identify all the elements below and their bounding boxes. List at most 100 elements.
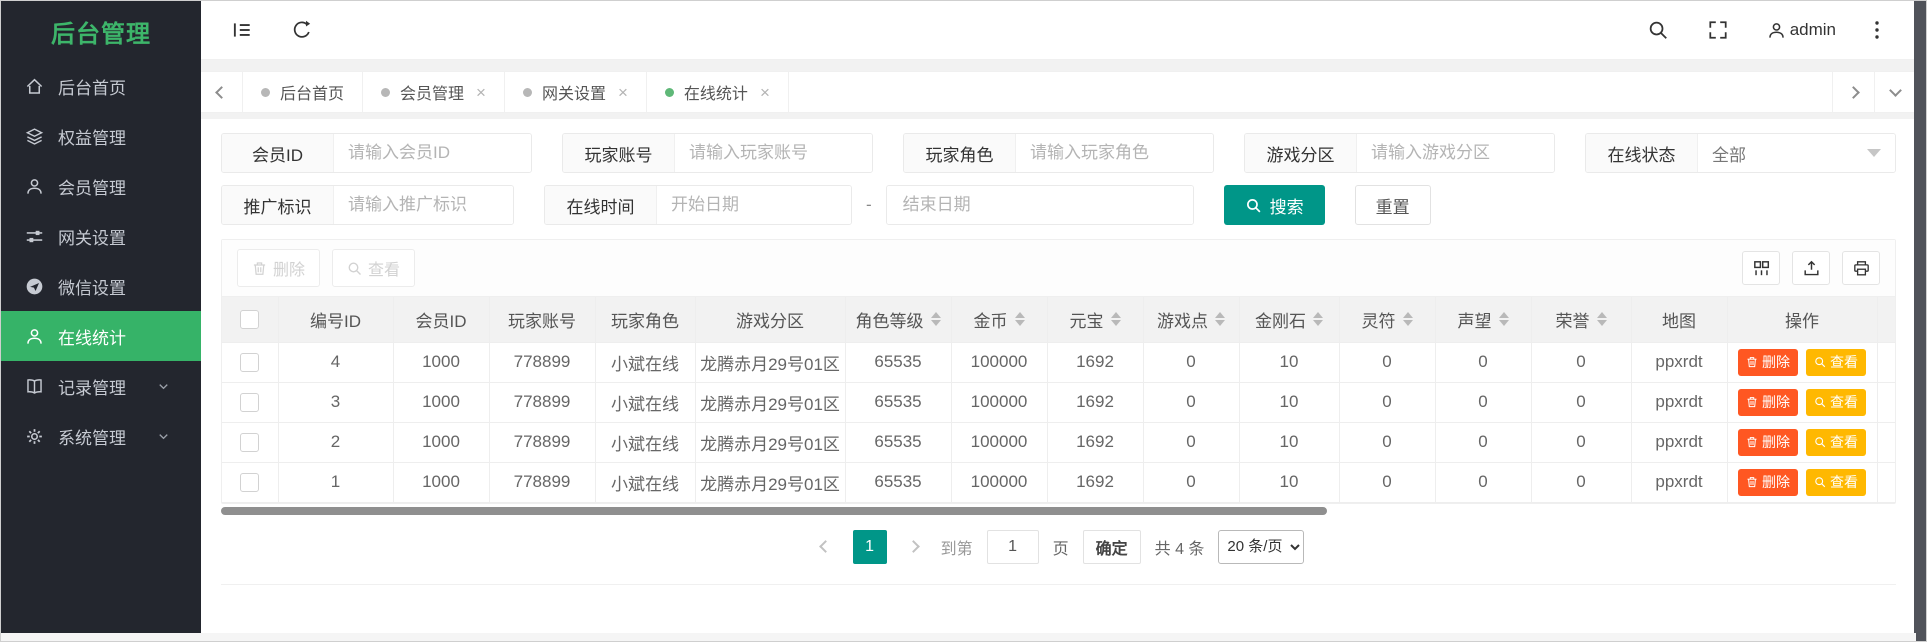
- filter-player-account: 玩家账号: [562, 133, 873, 173]
- row-delete-button[interactable]: 删除: [1738, 468, 1798, 496]
- pagination-confirm-button[interactable]: 确定: [1082, 529, 1141, 564]
- row-checkbox[interactable]: [240, 393, 260, 412]
- batch-delete-button[interactable]: 删除: [237, 249, 321, 287]
- cell-id: 3: [278, 382, 394, 423]
- chevron-left-icon: [819, 540, 832, 553]
- tab-home[interactable]: 后台首页: [243, 72, 364, 112]
- sort-icon[interactable]: [1110, 312, 1121, 327]
- refresh-icon[interactable]: [291, 19, 313, 41]
- search-button[interactable]: 搜索: [1223, 185, 1325, 225]
- promo-id-input[interactable]: [334, 186, 513, 224]
- sidebar-item-wechat[interactable]: 微信设置: [1, 261, 201, 311]
- row-view-button[interactable]: 查看: [1806, 428, 1866, 456]
- cell-actions: 删除 查看: [1727, 462, 1878, 503]
- row-view-button[interactable]: 查看: [1806, 468, 1866, 496]
- collapse-menu-icon[interactable]: [231, 19, 253, 41]
- export-button[interactable]: [1792, 251, 1830, 285]
- select-all-checkbox[interactable]: [240, 310, 260, 330]
- page-size-select[interactable]: 20 条/页: [1218, 529, 1305, 564]
- user-menu[interactable]: admin: [1767, 20, 1836, 40]
- sort-icon[interactable]: [1402, 312, 1413, 327]
- pagination-goto-input[interactable]: [986, 529, 1039, 564]
- sort-icon[interactable]: [1014, 312, 1025, 327]
- sort-icon[interactable]: [1498, 312, 1509, 327]
- tabs-menu-button[interactable]: [1874, 72, 1916, 112]
- search-icon[interactable]: [1647, 19, 1669, 41]
- columns-filter-button[interactable]: [1742, 251, 1780, 285]
- tab-gateway[interactable]: 网关设置 ×: [505, 72, 647, 112]
- sort-icon[interactable]: [1313, 312, 1323, 327]
- row-delete-button[interactable]: 删除: [1738, 388, 1798, 416]
- column-header-points[interactable]: 游戏点: [1143, 297, 1240, 343]
- row-checkbox[interactable]: [240, 353, 260, 372]
- pagination-next-button[interactable]: [901, 534, 927, 560]
- sidebar-item-rights[interactable]: 权益管理: [1, 111, 201, 161]
- sidebar-item-members[interactable]: 会员管理: [1, 161, 201, 211]
- row-view-label: 查看: [1830, 434, 1858, 450]
- row-checkbox[interactable]: [240, 433, 260, 452]
- app-window: 后台管理 后台首页 权益管理 会员管理 网关设置 微信设置 在线统计 记录管理 系统管理: [1, 1, 1916, 641]
- cell-level: 65535: [845, 462, 952, 503]
- tabs-scroll-right-button[interactable]: [1832, 72, 1874, 112]
- row-checkbox[interactable]: [240, 473, 260, 492]
- column-header-honor[interactable]: 荣誉: [1531, 297, 1632, 343]
- cell-honor: 0: [1531, 462, 1632, 503]
- row-view-button[interactable]: 查看: [1806, 348, 1866, 376]
- globe-icon: [25, 277, 44, 296]
- column-header-lingfu[interactable]: 灵符: [1339, 297, 1436, 343]
- cell-gold: 100000: [951, 382, 1048, 423]
- cell-role: 小斌在线: [595, 422, 696, 463]
- sidebar-item-label: 网关设置: [58, 228, 126, 248]
- column-header-id: 编号ID: [278, 297, 394, 343]
- row-delete-label: 删除: [1762, 434, 1790, 450]
- print-icon-button[interactable]: [1842, 251, 1880, 285]
- sidebar-item-system[interactable]: 系统管理: [1, 411, 201, 461]
- player-account-input[interactable]: [675, 134, 872, 172]
- column-header-fame[interactable]: 声望: [1435, 297, 1532, 343]
- tab-members[interactable]: 会员管理 ×: [363, 72, 505, 112]
- row-delete-button[interactable]: 删除: [1738, 348, 1798, 376]
- pagination-prev-button[interactable]: [813, 534, 839, 560]
- kebab-menu-icon[interactable]: [1874, 19, 1880, 41]
- batch-view-button[interactable]: 查看: [332, 249, 416, 287]
- cell-lingfu: 0: [1339, 382, 1436, 423]
- tab-close-icon[interactable]: ×: [618, 84, 628, 101]
- sidebar-item-gateway[interactable]: 网关设置: [1, 211, 201, 261]
- trash-icon: [1746, 396, 1758, 408]
- tab-online-stats[interactable]: 在线统计 ×: [647, 72, 789, 112]
- cell-filler: [1877, 422, 1895, 463]
- player-role-input[interactable]: [1016, 134, 1213, 172]
- sidebar-item-records[interactable]: 记录管理: [1, 361, 201, 411]
- table-header-row: 编号ID 会员ID 玩家账号 玩家角色 游戏分区 角色等级 金币 元宝 游戏点 金刚石 灵符 声望 荣誉…: [222, 297, 1895, 343]
- fullscreen-icon[interactable]: [1707, 19, 1729, 41]
- column-header-diamond[interactable]: 金刚石: [1239, 297, 1340, 343]
- cell-gold: 100000: [951, 422, 1048, 463]
- tab-close-icon[interactable]: ×: [476, 84, 486, 101]
- game-zone-input[interactable]: [1357, 134, 1554, 172]
- sort-icon[interactable]: [1596, 312, 1607, 327]
- tab-close-icon[interactable]: ×: [760, 84, 770, 101]
- sidebar-item-home[interactable]: 后台首页: [1, 61, 201, 111]
- sidebar-item-label: 记录管理: [58, 378, 126, 398]
- column-header-level[interactable]: 角色等级: [845, 297, 952, 343]
- end-date-input[interactable]: [886, 186, 1193, 224]
- reset-button[interactable]: 重置: [1354, 185, 1431, 225]
- row-delete-button[interactable]: 删除: [1738, 428, 1798, 456]
- sort-icon[interactable]: [1215, 312, 1225, 327]
- column-header-yuanbao[interactable]: 元宝: [1047, 297, 1144, 343]
- row-view-button[interactable]: 查看: [1806, 388, 1866, 416]
- online-status-select[interactable]: 全部: [1698, 134, 1895, 172]
- tabs-scroll-left-button[interactable]: [201, 72, 243, 112]
- start-date-input[interactable]: [657, 186, 851, 224]
- filter-row-1: 会员ID 玩家账号 玩家角色 游戏分区 在线状态全部: [221, 133, 1896, 173]
- pagination-current-page[interactable]: 1: [852, 529, 887, 564]
- tabs-container: 后台首页 会员管理 × 网关设置 × 在线统计 ×: [243, 72, 1832, 112]
- column-header-gold[interactable]: 金币: [951, 297, 1048, 343]
- member-id-input[interactable]: [334, 134, 531, 172]
- window-vertical-scrollbar[interactable]: [1914, 1, 1926, 641]
- cell-lingfu: 0: [1339, 342, 1436, 383]
- horizontal-scrollbar-thumb[interactable]: [221, 506, 1327, 515]
- sort-icon[interactable]: [930, 312, 941, 327]
- cell-yuanbao: 1692: [1047, 382, 1144, 423]
- sidebar-item-online-stats[interactable]: 在线统计: [1, 311, 201, 361]
